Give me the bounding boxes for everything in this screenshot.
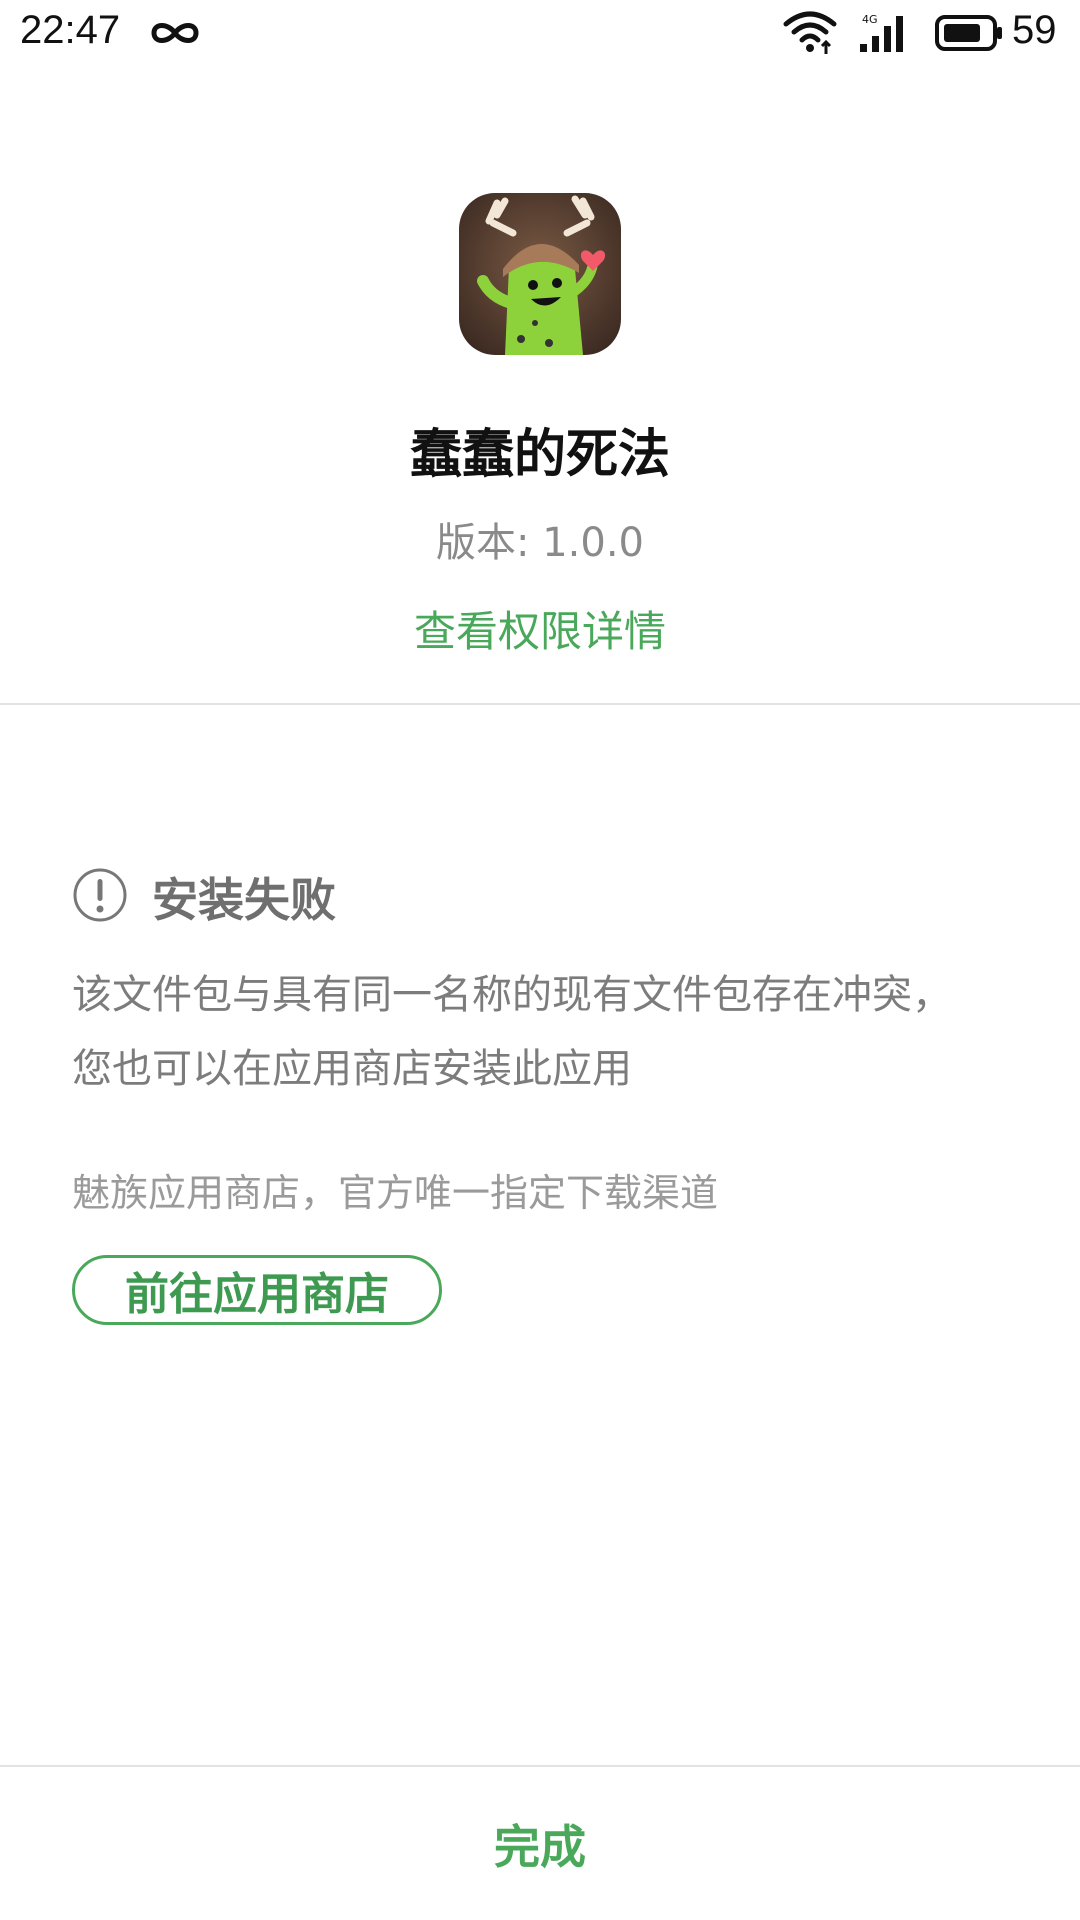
go-to-app-store-button[interactable]: 前往应用商店 <box>72 1255 442 1325</box>
battery-level: 59 <box>1012 8 1057 52</box>
divider <box>0 1765 1080 1767</box>
app-name: 蠢蠢的死法 <box>409 425 670 485</box>
divider <box>0 703 1080 705</box>
failure-message: 该文件包与具有同一名称的现有文件包存在冲突， 您也可以在应用商店安装此应用 <box>72 958 1012 1106</box>
infinity-icon <box>146 10 204 56</box>
install-failed-title: 安装失败 <box>152 873 336 927</box>
wifi-icon <box>782 10 838 56</box>
warning-icon <box>72 867 128 923</box>
go-to-app-store-label: 前往应用商店 <box>125 1269 389 1320</box>
app-version: 版本: 1.0.0 <box>436 520 644 566</box>
app-icon <box>459 193 621 355</box>
status-bar: 22:47 4G 59 <box>0 0 1080 68</box>
failure-message-line: 您也可以在应用商店安装此应用 <box>72 1046 632 1092</box>
cellular-signal-icon: 4G <box>858 12 908 54</box>
view-permissions-link[interactable]: 查看权限详情 <box>0 598 1080 659</box>
failure-message-line: 该文件包与具有同一名称的现有文件包存在冲突， <box>72 972 952 1018</box>
battery-icon <box>934 14 1004 52</box>
store-note: 魅族应用商店，官方唯一指定下载渠道 <box>72 1171 719 1215</box>
network-type-label: 4G <box>862 13 878 26</box>
done-button[interactable]: 完成 <box>0 1768 1080 1920</box>
done-label: 完成 <box>494 1820 586 1874</box>
status-time: 22:47 <box>20 8 121 52</box>
